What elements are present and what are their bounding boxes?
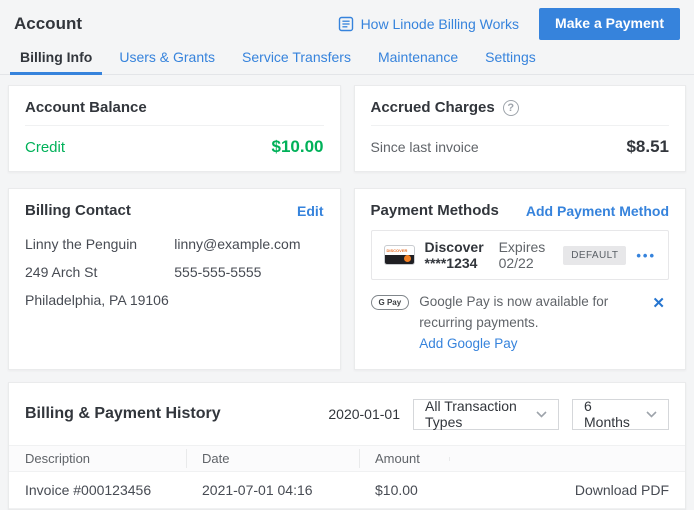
- google-pay-message: Google Pay is now available for recurrin…: [419, 294, 608, 330]
- since-last-invoice-label: Since last invoice: [371, 139, 479, 155]
- date-range-select[interactable]: 6 Months: [572, 399, 669, 430]
- accrued-charges-header: Accrued Charges ?: [355, 86, 686, 125]
- page-title: Account: [14, 14, 82, 34]
- google-pay-message-wrap: Google Pay is now available for recurrin…: [419, 292, 638, 355]
- invoice-date: 2021-07-01 04:16: [186, 472, 359, 508]
- billing-contact-card: Billing Contact Edit Linny the Penguin 2…: [8, 188, 341, 370]
- account-balance-row: Credit $10.00: [9, 126, 340, 171]
- help-icon[interactable]: ?: [503, 100, 519, 116]
- tab-bar: Billing Info Users & Grants Service Tran…: [0, 42, 694, 75]
- billing-contact-body: Linny the Penguin 249 Arch St Philadelph…: [9, 228, 340, 326]
- tab-service-transfers[interactable]: Service Transfers: [230, 42, 363, 74]
- billing-history-title: Billing & Payment History: [25, 405, 221, 423]
- top-bar-actions: How Linode Billing Works Make a Payment: [338, 8, 680, 39]
- payment-method-row: DISCOVER Discover ****1234 Expires 02/22…: [371, 230, 670, 280]
- chevron-down-icon: [646, 411, 657, 418]
- card-number-label: Discover ****1234: [425, 239, 487, 271]
- discover-card-dot: [404, 255, 411, 262]
- column-header-actions: [449, 454, 685, 464]
- credit-amount: $10.00: [272, 137, 324, 157]
- accrued-charges-title-wrap: Accrued Charges ?: [371, 99, 519, 116]
- billing-history-card: Billing & Payment History 2020-01-01 All…: [8, 382, 686, 510]
- column-header-amount[interactable]: Amount: [359, 446, 449, 471]
- credit-label: Credit: [25, 139, 65, 156]
- discover-card-icon-text: DISCOVER: [387, 248, 408, 253]
- billing-contact-title: Billing Contact: [25, 202, 131, 219]
- account-balance-header: Account Balance: [9, 86, 340, 125]
- edit-contact-link[interactable]: Edit: [297, 203, 323, 219]
- history-table-header: Description Date Amount: [9, 445, 685, 472]
- invoice-link[interactable]: Invoice #000123456: [9, 472, 186, 508]
- billing-contact-header: Billing Contact Edit: [9, 189, 340, 228]
- history-date-filter[interactable]: 2020-01-01: [328, 406, 400, 422]
- document-icon: [338, 16, 354, 32]
- contact-name: Linny the Penguin: [25, 236, 174, 252]
- account-page: Account How Linode Billing Works Make a …: [0, 0, 694, 510]
- default-badge: DEFAULT: [563, 246, 626, 265]
- google-pay-icon: G Pay: [371, 295, 410, 310]
- billing-history-header: Billing & Payment History 2020-01-01 All…: [9, 383, 685, 446]
- tab-maintenance[interactable]: Maintenance: [366, 42, 470, 74]
- accrued-charges-title: Accrued Charges: [371, 99, 495, 116]
- top-bar: Account How Linode Billing Works Make a …: [0, 0, 694, 42]
- contact-address-column: Linny the Penguin 249 Arch St Philadelph…: [25, 236, 174, 308]
- column-header-description[interactable]: Description: [9, 446, 186, 471]
- contact-phone: 555-555-5555: [174, 264, 323, 280]
- close-icon[interactable]: ✕: [648, 292, 669, 314]
- accrued-amount: $8.51: [626, 137, 669, 157]
- contact-address-line1: 249 Arch St: [25, 264, 174, 280]
- card-expiry-label: Expires 02/22: [499, 239, 546, 271]
- card-actions-menu-icon[interactable]: •••: [636, 248, 656, 263]
- tab-settings[interactable]: Settings: [473, 42, 548, 74]
- tab-billing-info[interactable]: Billing Info: [8, 42, 104, 74]
- account-balance-title: Account Balance: [25, 99, 147, 116]
- summary-cards-row: Account Balance Credit $10.00 Accrued Ch…: [8, 85, 686, 172]
- table-row: Invoice #000123456 2021-07-01 04:16 $10.…: [9, 472, 685, 509]
- payment-methods-header: Payment Methods Add Payment Method: [355, 189, 686, 228]
- transaction-type-value: All Transaction Types: [425, 398, 526, 430]
- payment-methods-title: Payment Methods: [371, 202, 499, 219]
- chevron-down-icon: [536, 411, 547, 418]
- transaction-type-select[interactable]: All Transaction Types: [413, 399, 559, 430]
- google-pay-notice: G Pay Google Pay is now available for re…: [371, 292, 670, 355]
- add-google-pay-link[interactable]: Add Google Pay: [419, 336, 517, 351]
- how-linode-billing-works-label: How Linode Billing Works: [361, 16, 519, 32]
- invoice-amount: $10.00: [359, 472, 449, 508]
- download-pdf-link[interactable]: Download PDF: [559, 472, 685, 508]
- add-payment-method-link[interactable]: Add Payment Method: [526, 203, 669, 219]
- account-balance-card: Account Balance Credit $10.00: [8, 85, 341, 172]
- make-payment-button[interactable]: Make a Payment: [539, 8, 680, 39]
- contact-address-line2: Philadelphia, PA 19106: [25, 292, 174, 308]
- how-linode-billing-works-link[interactable]: How Linode Billing Works: [338, 16, 519, 32]
- detail-cards-row: Billing Contact Edit Linny the Penguin 2…: [8, 188, 686, 370]
- column-header-date[interactable]: Date: [186, 446, 359, 471]
- contact-info-column: linny@example.com 555-555-5555: [174, 236, 323, 308]
- tab-users-grants[interactable]: Users & Grants: [107, 42, 227, 74]
- discover-card-icon: DISCOVER: [384, 245, 415, 265]
- accrued-charges-card: Accrued Charges ? Since last invoice $8.…: [354, 85, 687, 172]
- payment-methods-card: Payment Methods Add Payment Method DISCO…: [354, 188, 687, 370]
- date-range-value: 6 Months: [584, 398, 636, 430]
- accrued-charges-row: Since last invoice $8.51: [355, 126, 686, 171]
- contact-email: linny@example.com: [174, 236, 323, 252]
